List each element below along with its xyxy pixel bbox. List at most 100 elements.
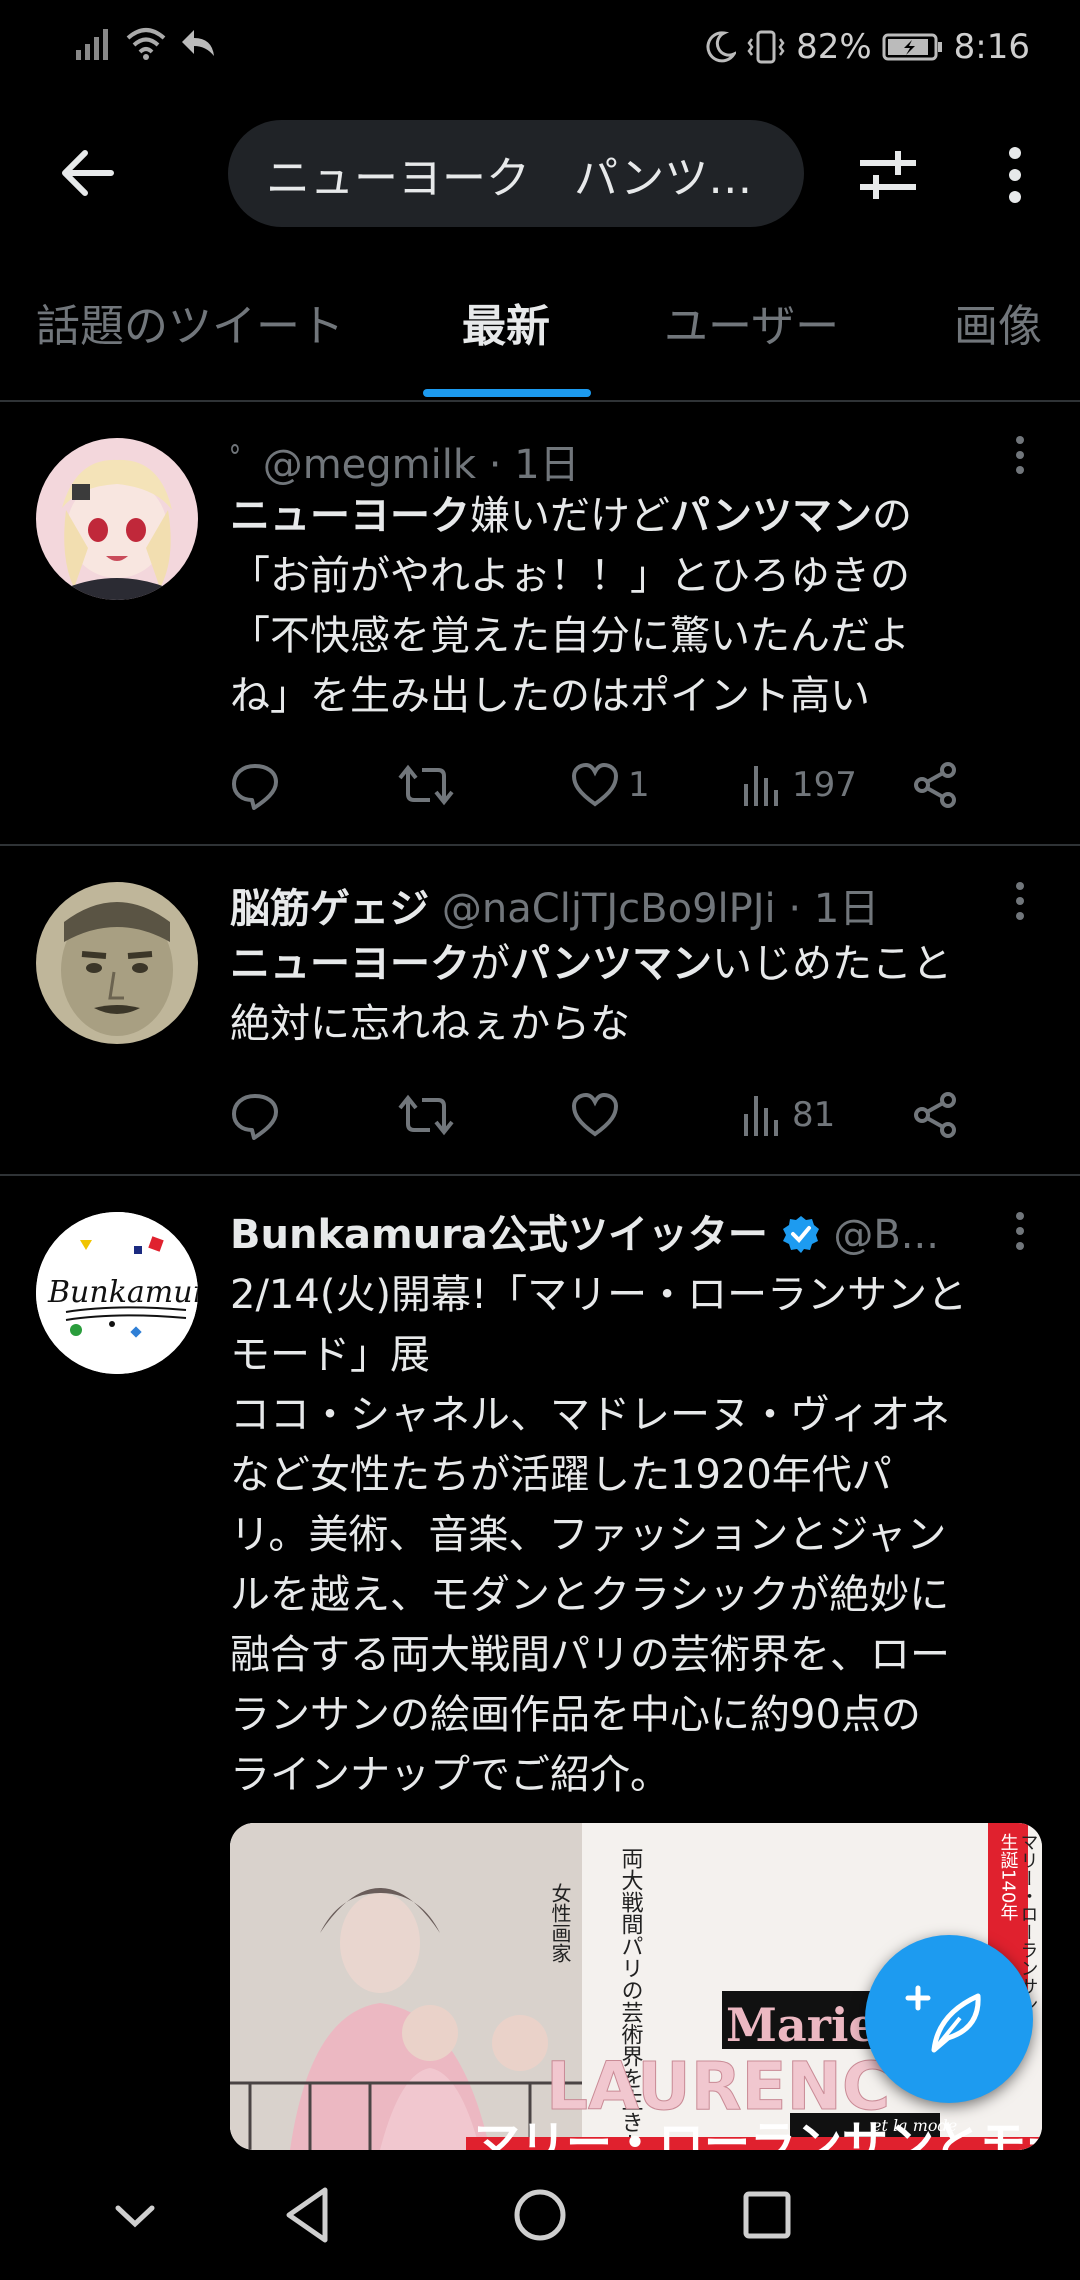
- heart-icon: [571, 1092, 619, 1137]
- retweet-icon: [398, 1094, 454, 1136]
- tweet-line: リ。美術、音楽、ファッションとジャン: [230, 1505, 1050, 1565]
- chevron-down-icon[interactable]: [100, 2180, 170, 2250]
- battery-percent: 82%: [796, 27, 872, 67]
- moon-icon: [706, 31, 737, 63]
- active-tab-indicator: [423, 389, 591, 397]
- status-right: 82% 8:16: [704, 22, 1030, 72]
- wifi-icon: [126, 28, 166, 60]
- tweet-text-segment: 「不快感を覚えた自分に驚いたんだよ: [230, 613, 910, 659]
- share-icon: [914, 1092, 956, 1138]
- status-bar: 82% 8:16: [0, 0, 1080, 95]
- tweet-more-icon[interactable]: [1005, 876, 1035, 926]
- reply-arrow-icon: [182, 30, 214, 56]
- tweet-line: 絶対に忘れねぇからな: [230, 994, 1050, 1054]
- tweet-line: ニューヨークがパンツマンいじめたこと: [230, 934, 1050, 994]
- tab-latest[interactable]: 最新: [462, 290, 550, 354]
- share-button[interactable]: [910, 750, 960, 820]
- user-handle[interactable]: @naCljTJcBo9lPJi: [442, 886, 776, 932]
- tweet-header: ﾟ @megmilk · 1日: [230, 432, 580, 490]
- tweet-text-segment: など女性たちが活躍した1920年代パ: [230, 1452, 892, 1498]
- arrow-left-icon: [62, 150, 114, 196]
- reply-icon: [232, 1094, 278, 1140]
- views-button[interactable]: 81: [740, 1080, 835, 1150]
- poster-sub-ja: 女性画家: [548, 1883, 572, 1963]
- display-name[interactable]: 脳筋ゲェジ: [230, 886, 429, 932]
- tweet-text-segment: モード」展: [230, 1332, 430, 1378]
- tweet-text-segment: ね」を生み出したのはポイント高い: [230, 673, 870, 719]
- back-nav-icon[interactable]: [275, 2180, 345, 2250]
- tweet-line: ラインナップでご紹介。: [230, 1745, 1050, 1805]
- svg-text:Bunkamura: Bunkamura: [47, 1275, 198, 1310]
- tweet-time: · 1日: [788, 886, 880, 932]
- avatar[interactable]: [36, 882, 198, 1044]
- prefix-mark: ﾟ: [230, 442, 250, 488]
- views-button[interactable]: 197: [740, 750, 857, 820]
- tab-users[interactable]: ユーザー: [664, 290, 839, 354]
- more-options-button[interactable]: [985, 135, 1045, 215]
- tweet-more-icon[interactable]: [1005, 430, 1035, 480]
- tweet-actions: 81: [230, 1080, 970, 1150]
- bunkamura-logo-icon: Bunkamura: [36, 1212, 198, 1374]
- tweet-text-segment: リ。美術、音楽、ファッションとジャン: [230, 1512, 947, 1558]
- verified-badge-icon: [782, 1216, 819, 1253]
- like-button[interactable]: [570, 1080, 628, 1150]
- tweet-body: ニューヨークがパンツマンいじめたこと絶対に忘れねぇからな: [230, 934, 1050, 1054]
- tweet-actions: 1 197: [230, 750, 970, 820]
- analytics-icon: [744, 766, 778, 806]
- reply-button[interactable]: [230, 1080, 280, 1150]
- share-icon: [914, 762, 956, 808]
- poster-bottom-ja: マリー・ローランサンとモード: [474, 2116, 1042, 2150]
- tweet-text-segment: の: [872, 493, 912, 539]
- tweet-text-segment: 「お前がやれよぉ！！」とひろゆきの: [230, 553, 910, 599]
- like-count: 1: [628, 765, 650, 805]
- tweet-time: · 1日: [488, 442, 580, 488]
- tweet-line: ランサンの絵画作品を中心に約90点の: [230, 1685, 1050, 1745]
- tweet-divider: [0, 1174, 1080, 1176]
- analytics-icon: [744, 1096, 778, 1136]
- tab-top-tweets[interactable]: 話題のツイート: [36, 290, 344, 354]
- tweet-text-segment: が: [470, 941, 510, 987]
- display-name[interactable]: Bunkamura公式ツイッター: [230, 1212, 768, 1258]
- like-button[interactable]: 1: [570, 750, 650, 820]
- tweet-line: 「不快感を覚えた自分に驚いたんだよ: [230, 606, 1050, 666]
- avatar[interactable]: [36, 438, 198, 600]
- heart-icon: [571, 762, 619, 807]
- tweet-keyword: ニューヨーク: [230, 941, 470, 987]
- search-query-text: ニューヨーク パンツ…: [266, 152, 753, 204]
- compose-tweet-button[interactable]: [865, 1935, 1033, 2103]
- tweet-text-segment: ラインナップでご紹介。: [230, 1752, 670, 1798]
- tweet-text-segment: 2/14(火)開幕!「マリー・ローランサンと: [230, 1272, 968, 1318]
- tab-images[interactable]: 画像: [954, 290, 1042, 354]
- tweet-body: ニューヨーク嫌いだけどパンツマンの「お前がやれよぉ！！」とひろゆきの 「不快感を覚…: [230, 486, 1050, 726]
- tweet-keyword: ニューヨーク: [230, 493, 470, 539]
- tweet-text-segment: ココ・シャネル、マドレーヌ・ヴィオネ: [230, 1392, 950, 1438]
- tweet-text-segment: 絶対に忘れねぇからな: [230, 1001, 630, 1047]
- avatar[interactable]: Bunkamura: [36, 1212, 198, 1374]
- vibrate-icon: [747, 30, 785, 64]
- back-button[interactable]: [52, 138, 122, 208]
- tweet-text-segment: 嫌いだけど: [470, 493, 670, 539]
- user-handle[interactable]: @B...: [833, 1212, 939, 1258]
- compose-feather-icon: [905, 1985, 981, 2053]
- reply-button[interactable]: [230, 750, 280, 820]
- battery-icon: [882, 33, 942, 61]
- search-input[interactable]: ニューヨーク パンツ…: [228, 120, 804, 227]
- tweet-line: 2/14(火)開幕!「マリー・ローランサンと: [230, 1265, 1050, 1325]
- tweet-keyword: パンツマン: [670, 493, 872, 539]
- tweet-keyword: パンツマン: [510, 941, 712, 987]
- signal-icon: [76, 29, 108, 60]
- filter-button[interactable]: [850, 135, 930, 215]
- tweet-line: ね」を生み出したのはポイント高い: [230, 666, 1050, 726]
- reply-icon: [232, 764, 278, 810]
- retweet-button[interactable]: [398, 750, 454, 820]
- recents-nav-icon[interactable]: [732, 2180, 802, 2250]
- sliders-icon: [860, 151, 916, 199]
- share-button[interactable]: [910, 1080, 960, 1150]
- more-vertical-icon: [1009, 147, 1021, 203]
- tweet-more-icon[interactable]: [1005, 1206, 1035, 1256]
- clock: 8:16: [953, 27, 1030, 67]
- tweet-header: Bunkamura公式ツイッター @B...: [230, 1202, 939, 1260]
- retweet-button[interactable]: [398, 1080, 454, 1150]
- home-nav-icon[interactable]: [505, 2180, 575, 2250]
- user-handle[interactable]: @megmilk: [263, 442, 476, 488]
